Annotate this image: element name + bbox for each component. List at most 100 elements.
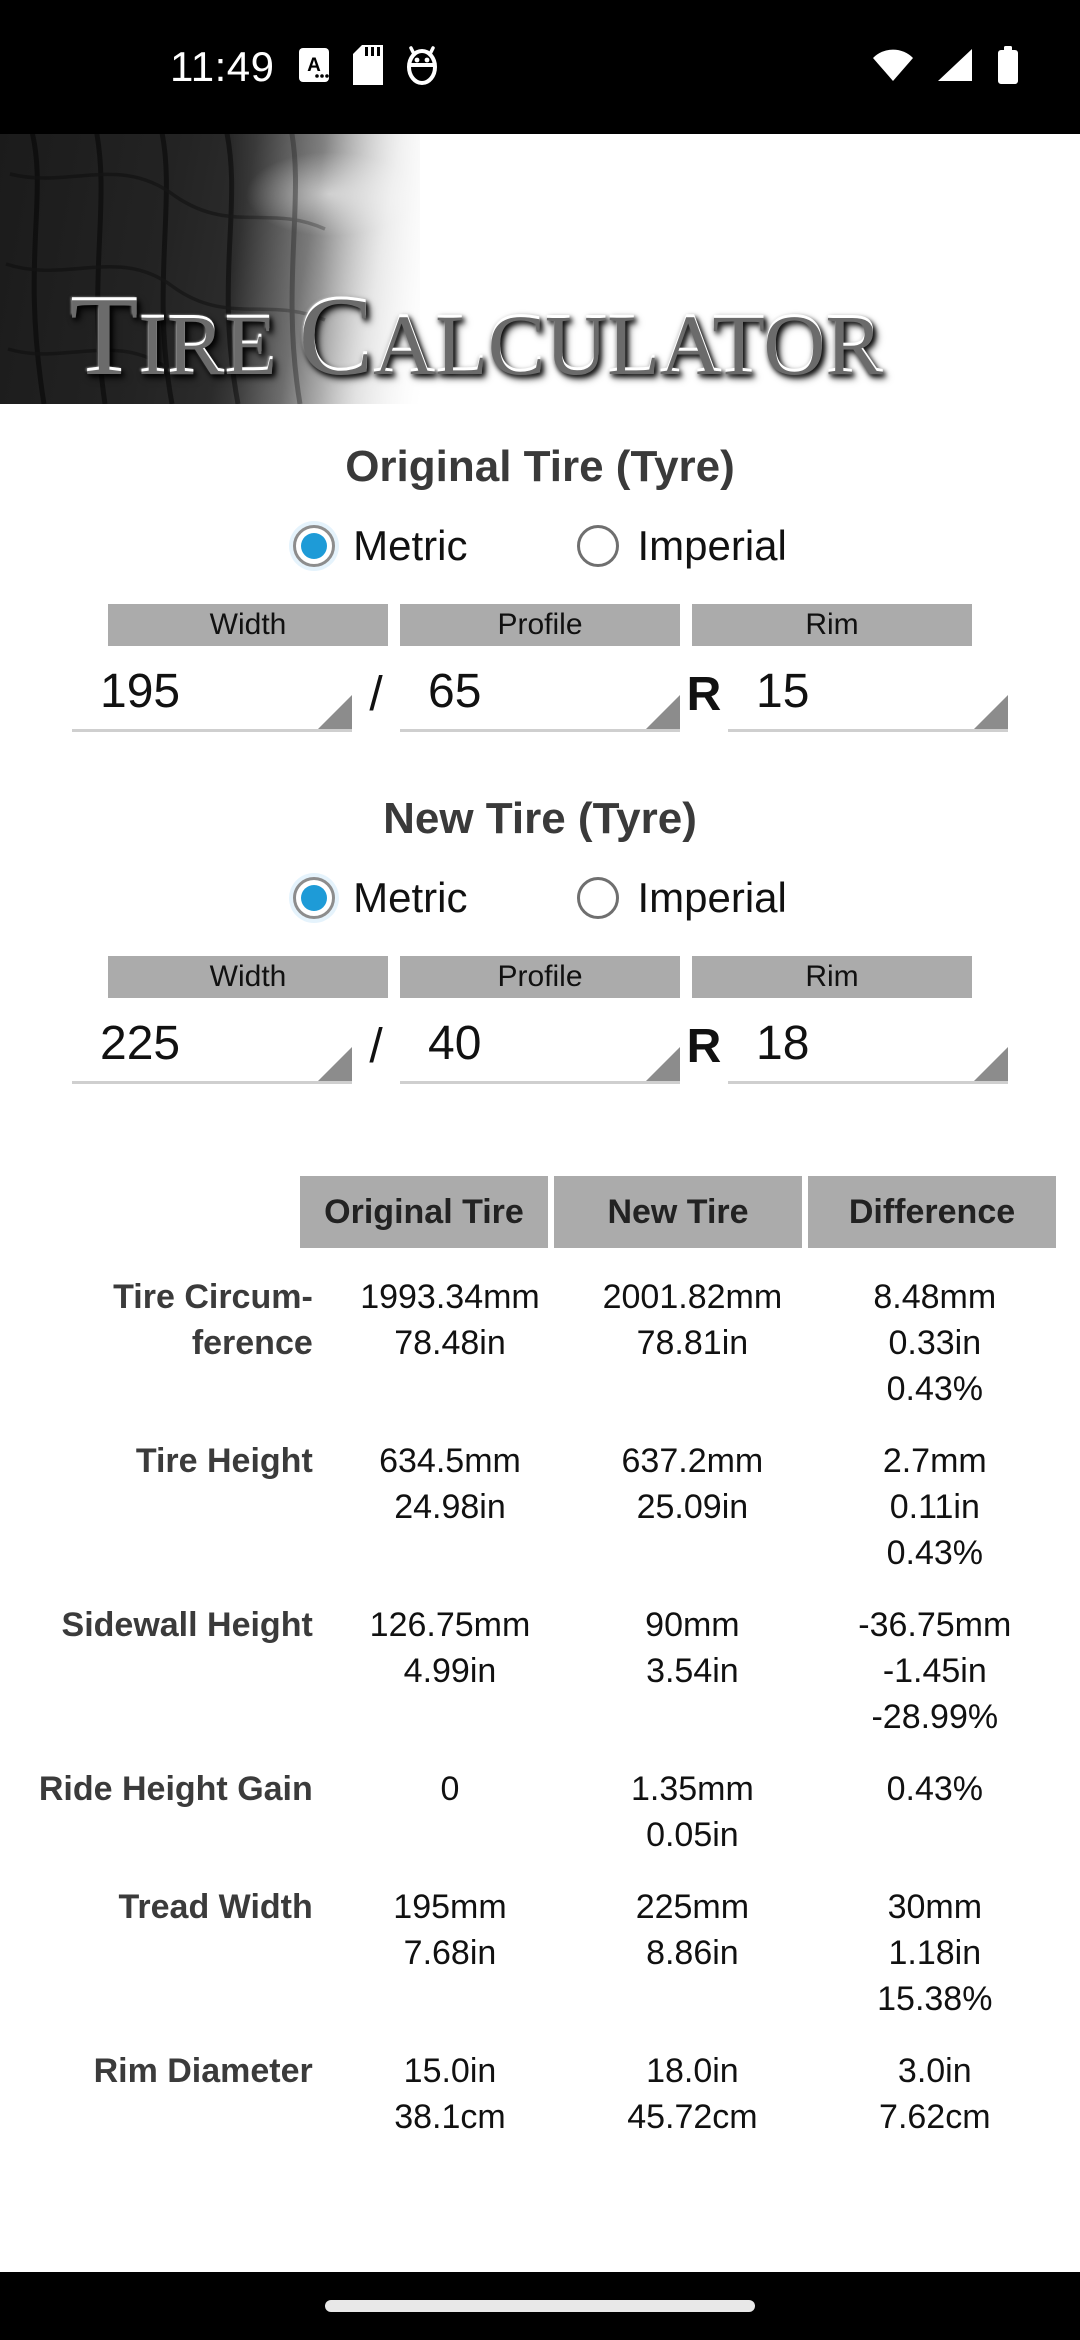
original-imperial-label: Imperial bbox=[637, 522, 787, 569]
new-field-values: 225 / 40 R 18 bbox=[0, 1012, 1080, 1084]
slash-separator-original: / bbox=[369, 668, 383, 721]
dropdown-triangle-icon bbox=[974, 695, 1008, 729]
original-rim-spinner[interactable]: 15 bbox=[728, 660, 1008, 732]
original-metric-label: Metric bbox=[353, 522, 468, 569]
slash-separator-new: / bbox=[369, 1020, 383, 1073]
new-metric-radio[interactable]: Metric bbox=[293, 874, 467, 922]
android-debug-icon bbox=[405, 45, 439, 90]
row-difference-value: 0.43% bbox=[886, 1770, 983, 1808]
new-profile-header: Profile bbox=[400, 956, 680, 998]
results-table: Original Tire New Tire Difference Tire C… bbox=[0, 1176, 1080, 2140]
original-metric-radio[interactable]: Metric bbox=[293, 522, 467, 570]
new-profile-spinner[interactable]: 40 bbox=[400, 1012, 680, 1084]
status-bar-right bbox=[872, 45, 1020, 89]
status-bar: 11:49 A bbox=[0, 0, 1080, 134]
original-field-values: 195 / 65 R 15 bbox=[0, 660, 1080, 732]
dropdown-triangle-icon bbox=[318, 695, 352, 729]
row-difference-value: -36.75mm -1.45in -28.99% bbox=[858, 1606, 1012, 1736]
row-original-value: 15.0in 38.1cm bbox=[394, 2052, 506, 2136]
row-original-value: 195mm 7.68in bbox=[393, 1888, 507, 1972]
original-tire-title: Original Tire (Tyre) bbox=[345, 442, 735, 491]
new-rim-header: Rim bbox=[692, 956, 972, 998]
row-difference-value: 3.0in 7.62cm bbox=[879, 2052, 991, 2136]
row-label: Tire Circum-ference bbox=[113, 1278, 313, 1362]
radio-selected-icon bbox=[293, 877, 336, 919]
row-original-value: 126.75mm 4.99in bbox=[369, 1606, 531, 1690]
row-difference-value: 2.7mm 0.11in 0.43% bbox=[882, 1442, 987, 1572]
wifi-icon bbox=[872, 48, 914, 87]
dropdown-triangle-icon bbox=[318, 1047, 352, 1081]
svg-text:A: A bbox=[307, 55, 321, 76]
new-profile-value: 40 bbox=[428, 1017, 482, 1070]
row-new-value: 637.2mm 25.09in bbox=[621, 1442, 764, 1526]
row-new-value: 18.0in 45.72cm bbox=[627, 2052, 758, 2136]
app-title-c: C bbox=[298, 273, 374, 397]
app-title-t: T bbox=[70, 273, 139, 397]
dropdown-triangle-icon bbox=[646, 695, 680, 729]
row-label: Sidewall Height bbox=[61, 1606, 313, 1644]
table-row: Tire Height 634.5mm 24.98in 637.2mm 25.09i… bbox=[0, 1438, 1080, 1576]
new-units-radio-group: Metric Imperial bbox=[0, 874, 1080, 922]
cellular-signal-icon bbox=[936, 48, 974, 87]
app-title-alculator: ALCULATOR bbox=[373, 295, 883, 391]
radio-unselected-icon bbox=[577, 877, 620, 919]
row-new-value: 90mm 3.54in bbox=[645, 1606, 740, 1690]
row-original-value: 0 bbox=[440, 1770, 460, 1808]
home-gesture-pill[interactable] bbox=[325, 2300, 755, 2312]
row-difference-value: 8.48mm 0.33in 0.43% bbox=[873, 1278, 997, 1408]
system-navigation-bar bbox=[0, 2272, 1080, 2340]
battery-icon bbox=[996, 45, 1020, 89]
r-separator-original: R bbox=[686, 668, 722, 721]
results-col-difference: Difference bbox=[808, 1176, 1056, 1248]
table-row: Sidewall Height 126.75mm 4.99in 90mm 3.54i… bbox=[0, 1602, 1080, 1740]
new-tire-title: New Tire (Tyre) bbox=[383, 794, 697, 843]
app-title: TIRE CALCULATOR bbox=[70, 279, 1030, 391]
row-difference-value: 30mm 1.18in 15.38% bbox=[877, 1888, 993, 2018]
results-header-row: Original Tire New Tire Difference bbox=[0, 1176, 1080, 1248]
new-imperial-radio[interactable]: Imperial bbox=[577, 874, 787, 922]
new-width-spinner[interactable]: 225 bbox=[72, 1012, 352, 1084]
original-field-headers: Width Profile Rim bbox=[0, 604, 1080, 646]
original-width-header: Width bbox=[108, 604, 388, 646]
radio-selected-icon bbox=[293, 525, 336, 567]
sd-card-icon bbox=[352, 44, 383, 90]
row-new-value: 1.35mm 0.05in bbox=[630, 1770, 754, 1854]
new-rim-spinner[interactable]: 18 bbox=[728, 1012, 1008, 1084]
keyboard-a-icon: A bbox=[297, 46, 331, 89]
row-new-value: 2001.82mm 78.81in bbox=[602, 1278, 783, 1362]
original-profile-spinner[interactable]: 65 bbox=[400, 660, 680, 732]
original-rim-value: 15 bbox=[756, 665, 810, 718]
dropdown-triangle-icon bbox=[974, 1047, 1008, 1081]
status-clock: 11:49 bbox=[170, 43, 275, 90]
table-row: Rim Diameter 15.0in 38.1cm 18.0in 45.72cm … bbox=[0, 2048, 1080, 2140]
original-profile-value: 65 bbox=[428, 665, 482, 718]
new-field-headers: Width Profile Rim bbox=[0, 956, 1080, 998]
app-banner: TIRE CALCULATOR bbox=[0, 134, 1080, 404]
table-row: Tire Circum-ference 1993.34mm 78.48in 200… bbox=[0, 1274, 1080, 1412]
original-imperial-radio[interactable]: Imperial bbox=[577, 522, 787, 570]
table-row: Ride Height Gain 0 1.35mm 0.05in 0.43% bbox=[0, 1766, 1080, 1858]
table-row: Tread Width 195mm 7.68in 225mm 8.86in 30mm… bbox=[0, 1884, 1080, 2022]
row-new-value: 225mm 8.86in bbox=[635, 1888, 750, 1972]
original-units-radio-group: Metric Imperial bbox=[0, 522, 1080, 570]
new-width-value: 225 bbox=[100, 1017, 181, 1070]
new-metric-label: Metric bbox=[353, 874, 468, 921]
app-title-ire: IRE bbox=[138, 295, 299, 391]
results-col-new: New Tire bbox=[554, 1176, 802, 1248]
row-original-value: 1993.34mm 78.48in bbox=[360, 1278, 540, 1362]
original-width-spinner[interactable]: 195 bbox=[72, 660, 352, 732]
original-rim-header: Rim bbox=[692, 604, 972, 646]
row-label: Tire Height bbox=[135, 1442, 313, 1480]
r-separator-new: R bbox=[686, 1020, 722, 1073]
results-col-original: Original Tire bbox=[300, 1176, 548, 1248]
dropdown-triangle-icon bbox=[646, 1047, 680, 1081]
row-label: Ride Height Gain bbox=[38, 1770, 313, 1808]
new-imperial-label: Imperial bbox=[637, 874, 787, 921]
original-width-value: 195 bbox=[100, 665, 181, 718]
status-bar-left: 11:49 A bbox=[170, 43, 439, 91]
radio-unselected-icon bbox=[577, 525, 620, 567]
row-original-value: 634.5mm 24.98in bbox=[379, 1442, 521, 1526]
new-rim-value: 18 bbox=[756, 1017, 810, 1070]
new-width-header: Width bbox=[108, 956, 388, 998]
row-label: Rim Diameter bbox=[93, 2052, 313, 2090]
